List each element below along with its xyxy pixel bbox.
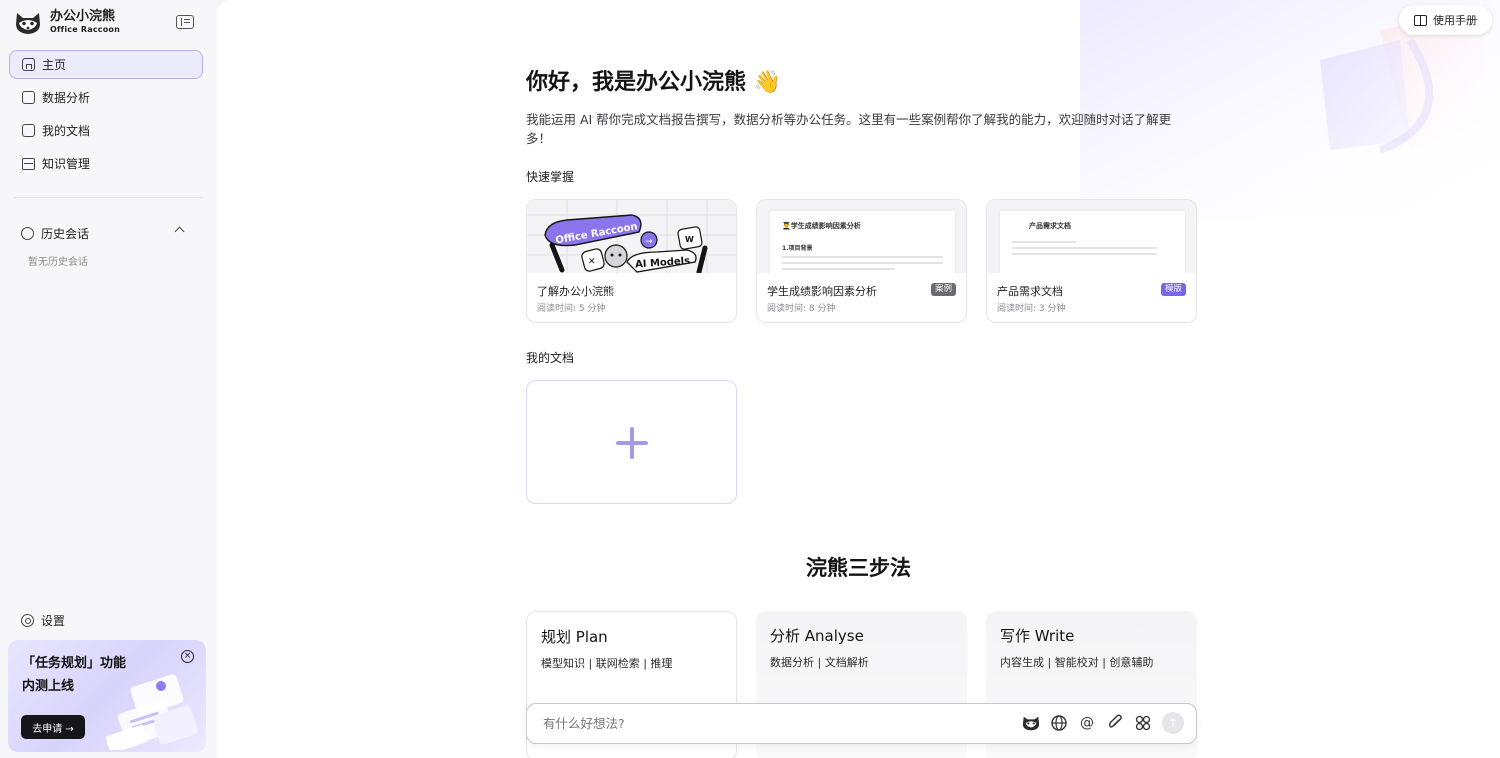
apply-button[interactable]: 去申请 →: [21, 715, 85, 739]
case-badge: 案例: [930, 283, 956, 296]
promo-illustration: [105, 674, 198, 750]
manual-label: 使用手册: [1433, 14, 1477, 27]
user-manual-button[interactable]: 使用手册: [1399, 5, 1492, 35]
brand-name: 办公小浣熊: [50, 9, 116, 24]
doc-preview-title: 产品需求文档: [1029, 222, 1071, 230]
database-icon: [22, 157, 35, 170]
chat-tools: @ ↑: [1022, 712, 1184, 734]
svg-text:W: W: [685, 235, 694, 244]
document-preview: 👨‍🎓学生成绩影响因素分析 1.项目背景: [770, 211, 955, 273]
document-preview: 产品需求文档: [1000, 211, 1185, 273]
quick-card-prd[interactable]: 产品需求文档 产品需求文档 模版 阅读时间: 3 分钟: [986, 199, 1197, 323]
gear-icon: [21, 614, 34, 627]
quick-card-intro[interactable]: Office Raccoon → ✕ AI Models W 了解办公小浣熊 阅…: [526, 199, 737, 323]
card-read-time: 阅读时间: 5 分钟: [537, 304, 606, 314]
chevron-up-icon: [174, 226, 185, 237]
chat-input-bar: @ ↑: [526, 703, 1197, 744]
sidebar-item-knowledge[interactable]: 知识管理: [9, 149, 203, 178]
sidebar: 办公小浣熊 Office Raccoon 主页 数据分析 我的文档 知识管理 历…: [0, 0, 217, 758]
send-button[interactable]: ↑: [1162, 712, 1184, 734]
my-documents-title: 我的文档: [526, 351, 575, 365]
settings-button[interactable]: 设置: [21, 612, 65, 629]
svg-text:✕: ✕: [588, 257, 596, 267]
doc-preview-subtitle: 1.项目背景: [782, 245, 813, 252]
attachment-icon[interactable]: [1106, 714, 1124, 732]
chat-input[interactable]: [543, 716, 993, 731]
step-title: 规划 Plan: [541, 628, 608, 646]
quick-start-title: 快速掌握: [526, 170, 575, 184]
card-read-time: 阅读时间: 3 分钟: [997, 304, 1066, 314]
sidebar-item-label: 知识管理: [42, 157, 91, 171]
history-empty-text: 暂无历史会话: [28, 257, 88, 268]
raccoon-logo-icon: [16, 12, 40, 34]
sidebar-item-label: 数据分析: [42, 91, 91, 105]
card-read-time: 阅读时间: 8 分钟: [767, 304, 836, 314]
office-raccoon-illustration: Office Raccoon → ✕ AI Models W: [527, 200, 736, 273]
sidebar-item-label: 我的文档: [42, 124, 91, 138]
new-document-button[interactable]: [526, 380, 737, 504]
close-icon[interactable]: ×: [181, 650, 194, 663]
svg-text:→: →: [645, 237, 653, 247]
brand[interactable]: 办公小浣熊 Office Raccoon: [14, 9, 120, 36]
home-icon: [22, 58, 35, 71]
sidebar-item-my-documents[interactable]: 我的文档: [9, 116, 203, 145]
template-badge: 模版: [1160, 283, 1186, 296]
globe-icon[interactable]: [1050, 714, 1068, 732]
raccoon-agent-icon[interactable]: [1022, 714, 1040, 732]
step-title: 分析 Analyse: [770, 627, 864, 645]
quick-card-student-analysis[interactable]: 👨‍🎓学生成绩影响因素分析 1.项目背景 学生成绩影响因素分析 案例 阅读时间:…: [756, 199, 967, 323]
step-subtitle: 模型知识 | 联网检索 | 推理: [541, 657, 673, 670]
sidebar-item-data-analysis[interactable]: 数据分析: [9, 83, 203, 112]
step-subtitle: 数据分析 | 文档解析: [770, 656, 869, 669]
card-thumbnail: Office Raccoon → ✕ AI Models W: [527, 200, 736, 273]
greeting-title: 你好，我是办公小浣熊 👋: [526, 70, 782, 95]
promo-banner: 「任务规划」功能 内测上线 × 去申请 →: [8, 640, 206, 752]
brand-subtitle: Office Raccoon: [50, 25, 120, 34]
chat-history-icon: [21, 227, 34, 240]
doc-preview-title: 👨‍🎓学生成绩影响因素分析: [782, 222, 861, 230]
three-steps-title: 浣熊三步法: [806, 556, 911, 580]
plus-icon: [616, 427, 648, 459]
sidebar-divider: [14, 197, 203, 198]
settings-label: 设置: [41, 614, 66, 628]
sidebar-item-label: 主页: [42, 58, 67, 72]
main-content: 使用手册 你好，我是办公小浣熊 👋 我能运用 AI 帮你完成文档报告撰写，数据分…: [217, 0, 1500, 758]
sidebar-nav: 主页 数据分析 我的文档 知识管理: [9, 50, 203, 182]
chart-icon: [22, 91, 35, 104]
card-title: 学生成绩影响因素分析: [767, 285, 877, 298]
sidebar-item-home[interactable]: 主页: [9, 50, 203, 79]
history-section-toggle[interactable]: 历史会话: [21, 225, 185, 242]
card-title: 了解办公小浣熊: [537, 285, 614, 298]
document-icon: [22, 124, 35, 137]
history-title: 历史会话: [41, 227, 90, 241]
mention-icon[interactable]: @: [1078, 714, 1096, 732]
step-subtitle: 内容生成 | 智能校对 | 创意辅助: [1000, 656, 1154, 669]
greeting-intro: 我能运用 AI 帮你完成文档报告撰写，数据分析等办公任务。这里有一些案例帮你了解…: [526, 112, 1172, 146]
tools-icon[interactable]: [1134, 714, 1152, 732]
card-thumbnail: 产品需求文档: [987, 200, 1196, 273]
step-title: 写作 Write: [1000, 627, 1075, 645]
sidebar-toggle-icon[interactable]: [176, 15, 194, 29]
card-thumbnail: 👨‍🎓学生成绩影响因素分析 1.项目背景: [757, 200, 966, 273]
card-title: 产品需求文档: [997, 285, 1063, 298]
book-icon: [1414, 14, 1427, 26]
